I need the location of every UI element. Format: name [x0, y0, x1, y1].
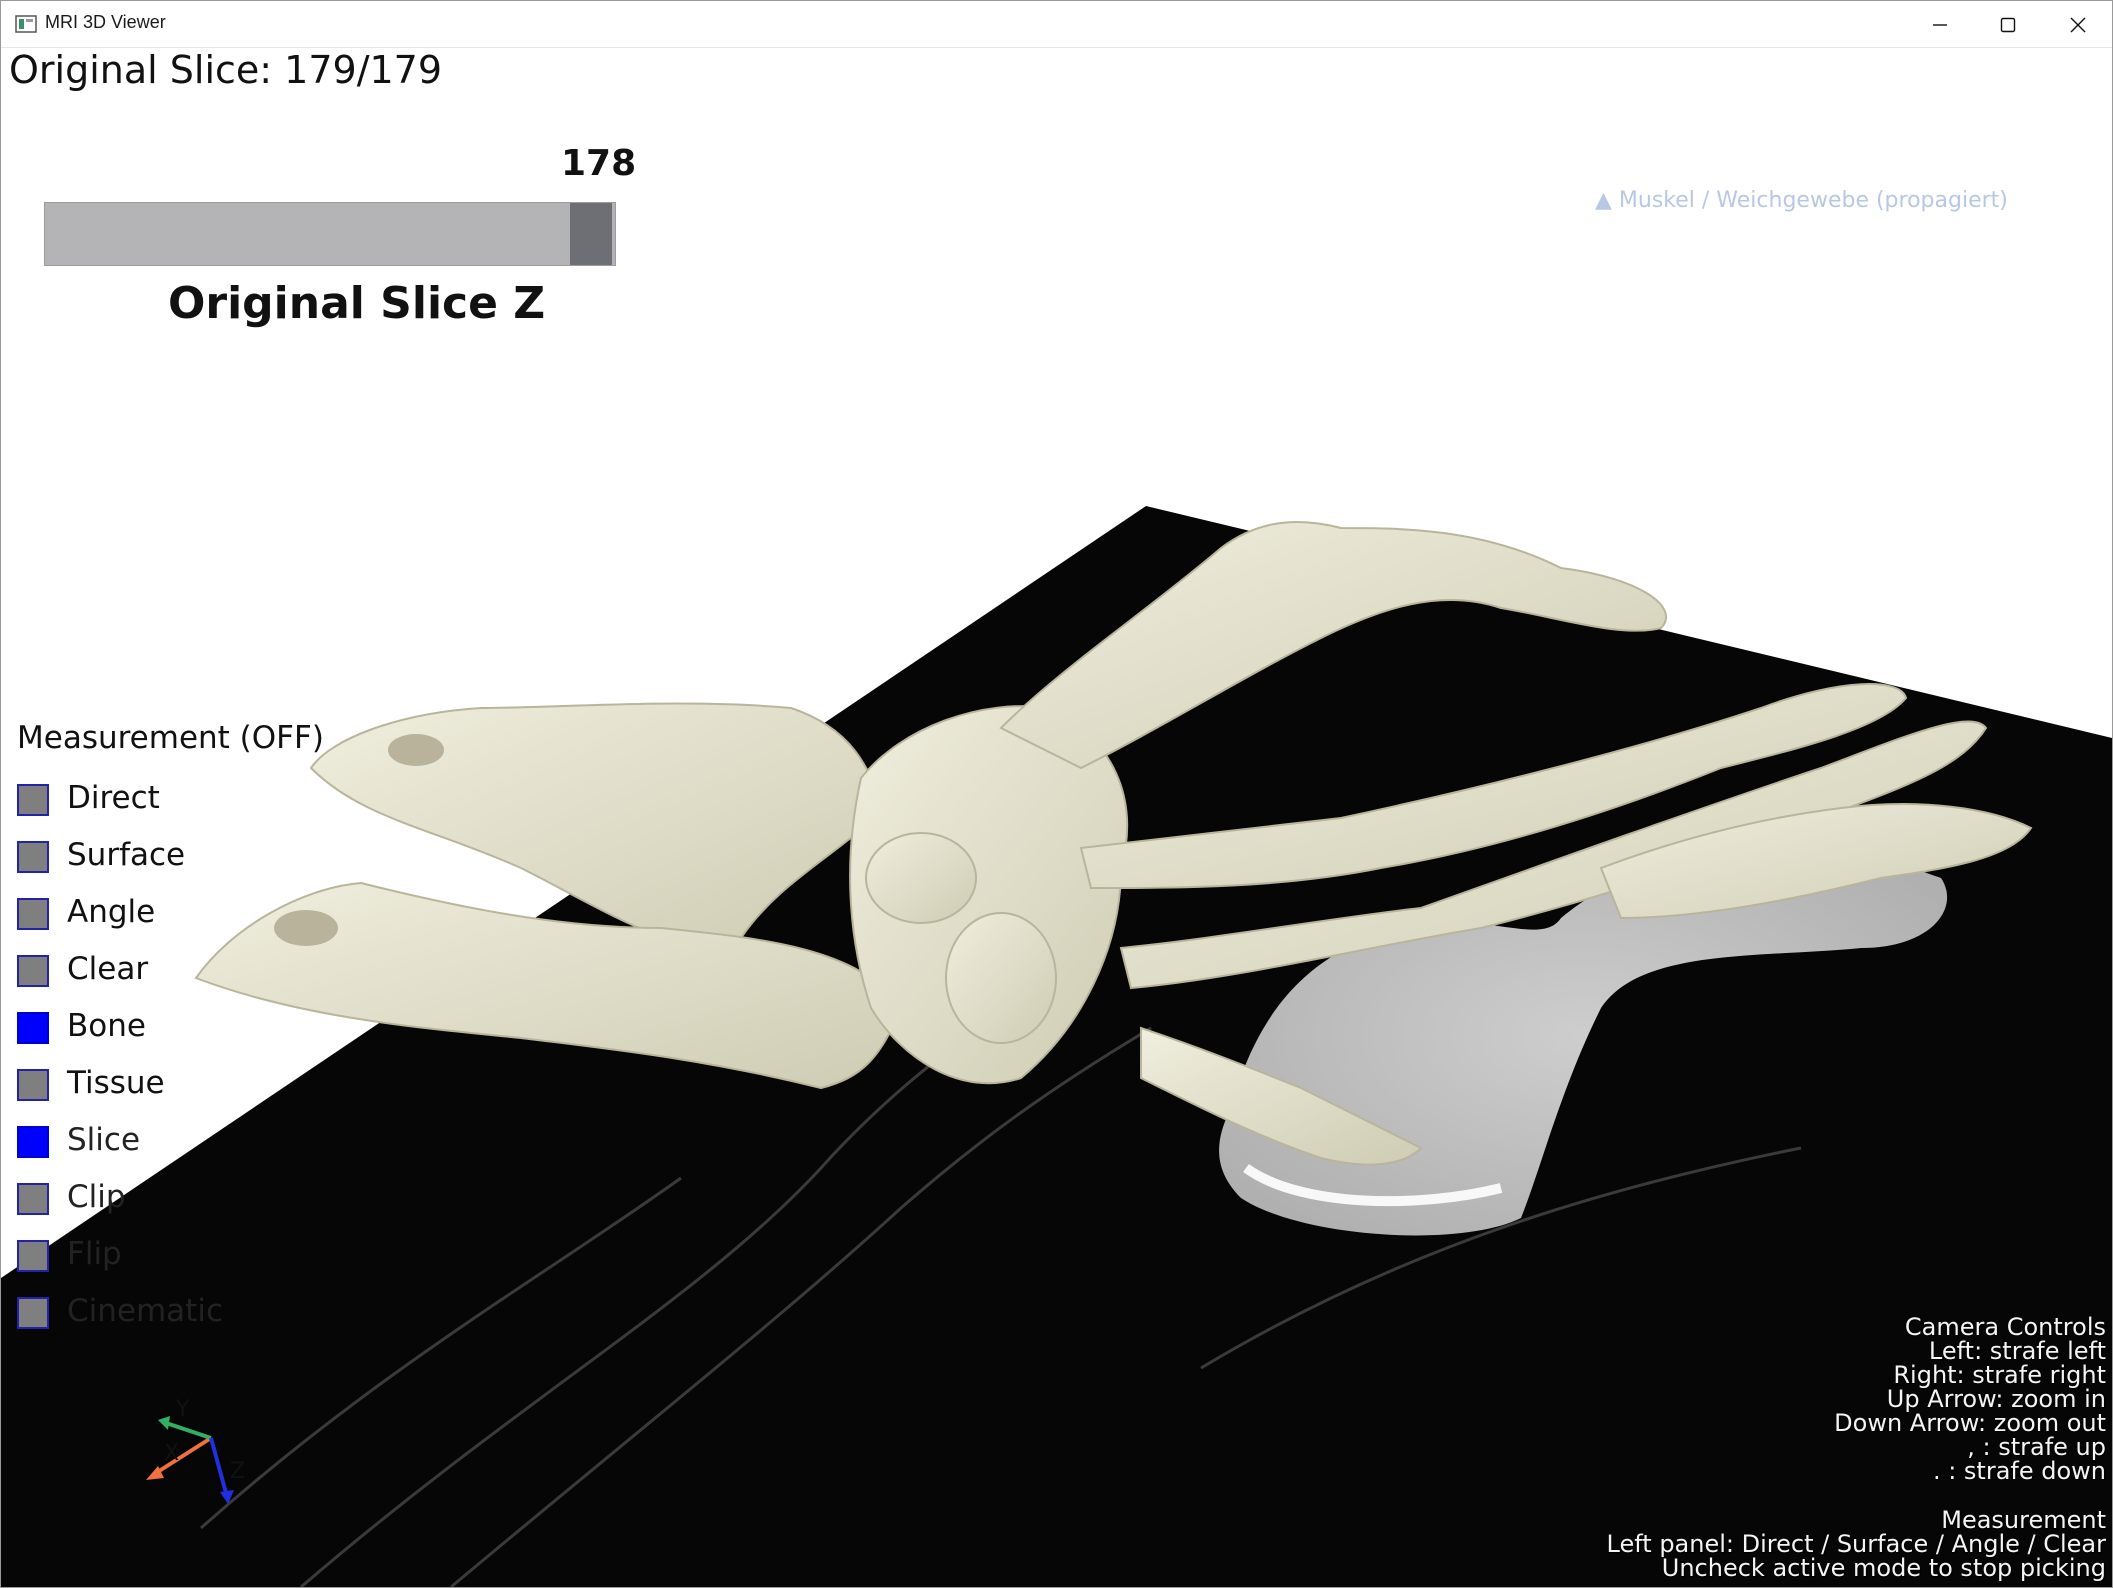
checkbox[interactable]	[17, 1126, 49, 1158]
camera-help-line: Left: strafe left	[1928, 1337, 2106, 1365]
mri-slice-plane[interactable]	[1, 506, 2112, 1587]
camera-controls-help: Camera Controls Left: strafe left Right:…	[1834, 1315, 2106, 1483]
checkbox-label: Slice	[67, 1122, 141, 1158]
maximize-button[interactable]	[1973, 1, 2041, 47]
checkbox-label: Bone	[67, 1008, 146, 1044]
title-bar: MRI 3D Viewer	[1, 1, 2112, 48]
camera-help-line: . : strafe down	[1932, 1457, 2106, 1485]
checkbox[interactable]	[17, 784, 49, 816]
checkbox[interactable]	[17, 955, 49, 987]
checkbox[interactable]	[17, 1297, 49, 1329]
axis-x-label: X	[164, 1441, 179, 1466]
app-window: MRI 3D Viewer Original Slice: 179/179 17…	[0, 0, 2113, 1588]
maximize-icon	[2000, 17, 2016, 33]
checkbox-label: Direct	[67, 780, 160, 816]
measurement-title: Measurement (OFF)	[17, 720, 324, 756]
minimize-button[interactable]	[1905, 1, 1973, 47]
bone-cavity	[388, 734, 444, 766]
checkbox[interactable]	[17, 1183, 49, 1215]
camera-help-line: Up Arrow: zoom in	[1886, 1385, 2106, 1413]
bone-cavity	[274, 910, 338, 946]
close-icon	[2070, 17, 2086, 33]
checkbox[interactable]	[17, 1069, 49, 1101]
measurement-help-title: Measurement	[1941, 1506, 2106, 1534]
camera-help-title: Camera Controls	[1904, 1313, 2106, 1341]
slice-z-slider[interactable]	[44, 202, 616, 266]
checkbox[interactable]	[17, 1012, 49, 1044]
tissue-legend: ▲ Muskel / Weichgewebe (propagiert)	[1595, 188, 2008, 213]
camera-help-line: Right: strafe right	[1893, 1361, 2106, 1389]
render-viewport[interactable]: Original Slice: 179/179 178 Original Sli…	[1, 48, 2112, 1587]
checkbox[interactable]	[17, 898, 49, 930]
slider-value-label: 178	[561, 143, 637, 184]
checkbox-label: Clip	[67, 1179, 126, 1215]
checkbox-label: Tissue	[67, 1065, 165, 1101]
measurement-help-line: Uncheck active mode to stop picking	[1661, 1554, 2106, 1582]
minimize-icon	[1933, 24, 1947, 26]
slider-handle[interactable]	[570, 203, 612, 265]
checkbox-label: Flip	[67, 1236, 122, 1272]
measurement-help: Measurement Left panel: Direct / Surface…	[1607, 1508, 2106, 1580]
slider-title: Original Slice Z	[168, 278, 546, 329]
app-icon	[15, 15, 37, 33]
close-button[interactable]	[2043, 1, 2111, 47]
checkbox[interactable]	[17, 841, 49, 873]
slice-info-label: Original Slice: 179/179	[9, 48, 443, 92]
camera-help-line: Down Arrow: zoom out	[1834, 1409, 2106, 1437]
checkbox-label: Angle	[67, 894, 156, 930]
checkbox-label: Surface	[67, 837, 186, 873]
checkbox[interactable]	[17, 1240, 49, 1272]
camera-help-line: , : strafe up	[1967, 1433, 2106, 1461]
checkbox-label: Cinematic	[67, 1293, 223, 1329]
measurement-help-line: Left panel: Direct / Surface / Angle / C…	[1606, 1530, 2106, 1558]
window-title: MRI 3D Viewer	[45, 12, 166, 32]
checkbox-label: Clear	[67, 951, 149, 987]
axis-z-label: Z	[230, 1459, 245, 1484]
axis-y-label: Y	[175, 1397, 190, 1422]
orientation-axes-widget: Y X Z	[146, 1397, 245, 1504]
